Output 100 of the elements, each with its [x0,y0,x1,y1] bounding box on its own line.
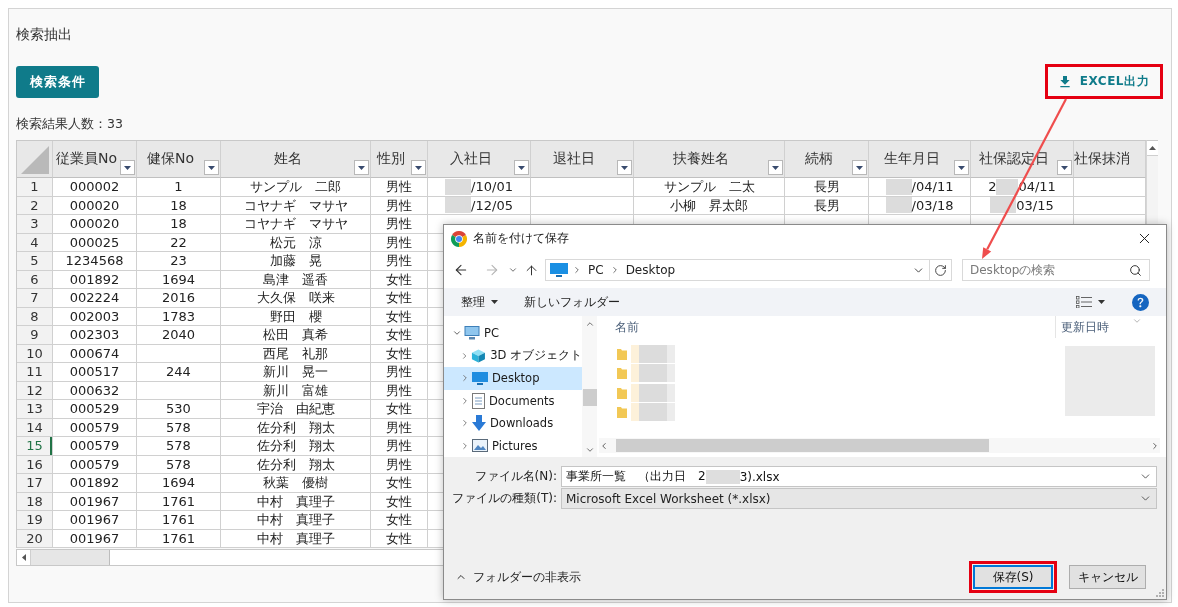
folder-icon [617,347,627,360]
row-number[interactable]: 13 [17,400,53,419]
filter-dropdown-button[interactable] [354,160,369,175]
cell-text: 03/15 [1016,196,1054,214]
folder-icon [617,367,627,380]
document-icon [472,392,485,409]
monitor-icon [472,371,488,385]
chevron-right-icon [572,265,582,275]
filter-dropdown-button[interactable] [852,160,867,175]
organize-button[interactable]: 整理 [461,293,498,311]
scrollbar-thumb[interactable] [616,439,989,452]
table-cell: 23 [137,252,221,271]
filter-dropdown-button[interactable] [120,160,135,175]
breadcrumb-item[interactable]: Desktop [623,263,678,277]
table-cell: 002303 [53,326,137,345]
caret-icon [358,165,365,170]
filter-dropdown-button[interactable] [768,160,783,175]
field-label: ファイル名(N): [474,468,558,485]
caret-icon [491,300,498,304]
row-number[interactable]: 19 [17,511,53,530]
sort-chevron-icon[interactable] [1132,316,1142,326]
arrow-right-icon[interactable] [484,262,500,278]
chevron-right-icon[interactable] [460,440,470,451]
caret-icon [415,165,422,170]
table-cell: 長男 [785,178,869,197]
table-cell: 2040 [137,326,221,345]
table-cell: サンプル 二太 [634,178,785,197]
row-number[interactable]: 17 [17,474,53,493]
row-number[interactable]: 11 [17,363,53,382]
chevron-right-icon[interactable] [460,395,470,406]
caret-icon [1098,300,1105,304]
nav-tree-item[interactable]: 3D オブジェクト [444,344,582,367]
refresh-icon[interactable] [934,263,947,277]
nav-tree-item[interactable]: Desktop [444,367,582,390]
redacted-block [631,403,675,422]
file-name-field[interactable]: 事業所一覧 （出力日 2 3).xlsx [561,466,1157,487]
column-header: 性別 [377,149,405,167]
picture-icon [472,439,488,453]
cube-icon [471,347,487,364]
address-bar[interactable]: PC Desktop [545,259,952,281]
table-cell: 男性 [371,437,428,456]
column-header: 従業員No [55,149,117,167]
hide-folders-button[interactable]: フォルダーの非表示 [455,568,581,586]
nav-tree-item[interactable]: Documents [444,389,582,412]
table-cell: 男性 [371,215,428,234]
table-cell: 女性 [371,400,428,419]
row-number[interactable]: 1 [17,178,53,197]
filter-dropdown-button[interactable] [617,160,632,175]
nav-tree-item[interactable]: Pictures [444,434,582,457]
scroll-right-icon[interactable] [1150,440,1160,451]
filter-dropdown-button[interactable] [514,160,529,175]
folder-icon [617,386,627,399]
table-cell: 2016 [137,289,221,308]
redacted-block [631,344,675,363]
table-cell: 000517 [53,363,137,382]
view-options-button[interactable] [1076,296,1105,308]
cell-text: 2 [988,178,997,196]
cell-text: /03/18 [911,196,954,214]
row-number[interactable]: 7 [17,289,53,308]
search-icon[interactable] [1129,263,1142,277]
row-number[interactable]: 9 [17,326,53,345]
resize-grip-icon[interactable] [1156,589,1164,597]
column-header: 姓名 [273,149,302,167]
table-cell: 松田 真希 [221,326,371,345]
table-cell: コヤナギ マサヤ [221,215,371,234]
scroll-left-icon[interactable] [599,440,609,451]
search-conditions-button[interactable]: 検索条件 [16,65,99,98]
excel-export-button[interactable]: EXCEL出力 [1048,68,1159,95]
chevron-down-icon[interactable] [508,265,518,275]
table-cell: 男性 [371,178,428,197]
scrollbar-thumb[interactable] [582,389,597,406]
result-count: 検索結果人数：33 [16,116,123,132]
row-number[interactable]: 3 [17,215,53,234]
table-cell: 大久保 咲来 [221,289,371,308]
chevron-right-icon[interactable] [460,373,470,384]
filter-dropdown-button[interactable] [411,160,426,175]
cancel-button[interactable]: キャンセル [1069,565,1146,589]
caret-icon [621,165,628,170]
breadcrumb-item[interactable]: PC [586,263,606,277]
row-number[interactable]: 5 [17,252,53,271]
computer-icon [464,326,480,341]
filter-dropdown-button[interactable] [954,160,969,175]
save-button[interactable]: 保存(S) [973,565,1053,589]
file-type-select[interactable]: Microsoft Excel Worksheet (*.xlsx) [561,488,1157,509]
column-header: 健保No [146,149,194,167]
filter-dropdown-button[interactable] [1057,160,1072,175]
row-number[interactable]: 15 [17,437,53,456]
column-header: 名前 [615,318,639,336]
chevron-right-icon[interactable] [460,418,470,429]
table-cell: 000579 [53,437,137,456]
new-folder-button[interactable]: 新しいフォルダー [524,293,620,311]
monitor-icon [550,263,568,277]
redacted-block [705,469,740,484]
search-field[interactable]: Desktopの検索 [962,259,1150,281]
folder-icon [617,406,627,419]
nav-tree-item[interactable]: Downloads [444,412,582,435]
nav-tree-item[interactable]: PC [444,322,582,345]
column-header: 続柄 [804,149,833,167]
filter-dropdown-button[interactable] [204,160,219,175]
help-icon[interactable] [1132,293,1149,311]
